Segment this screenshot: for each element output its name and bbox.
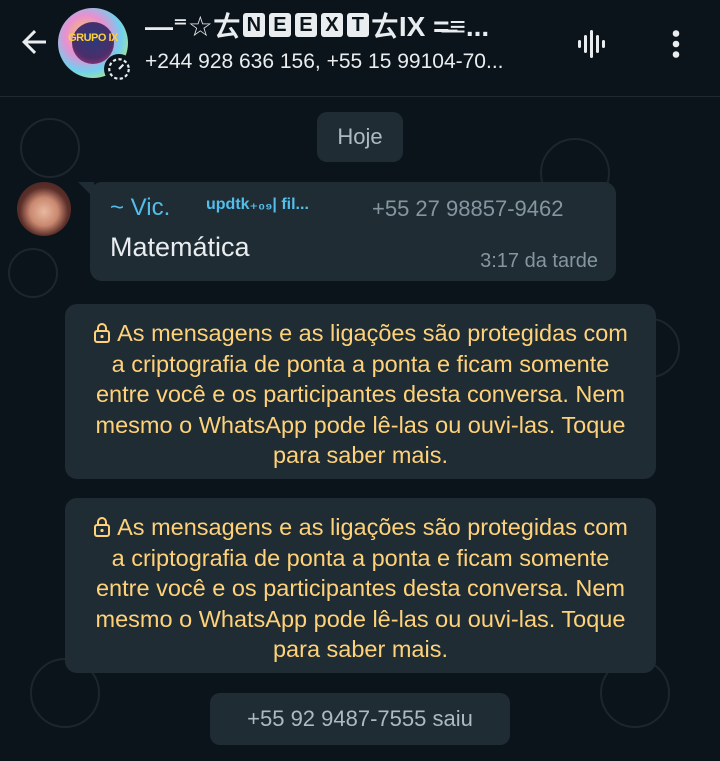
title-letter-e2: E [294, 13, 317, 37]
participant-left-notice: +55 92 9487-7555 saiu [210, 693, 510, 745]
title-suffix: ㄊIX =̶≡... [370, 11, 490, 42]
disappearing-timer-icon [104, 54, 134, 84]
sender-name[interactable]: ~ Vic. [110, 194, 170, 222]
wallpaper-doodle [8, 248, 58, 298]
sender-avatar[interactable] [17, 182, 71, 236]
encryption-notice-text: As mensagens e as ligações são protegida… [95, 320, 628, 468]
group-participants[interactable]: +244 928 636 156, +55 15 99104-70... [145, 50, 555, 74]
voice-chat-icon [578, 30, 605, 58]
voice-chat-button[interactable] [572, 24, 612, 64]
message-time: 3:17 da tarde [480, 250, 598, 272]
title-letter-t: T [346, 13, 369, 37]
chat-header: GRUPO IX —⁼☆ㄊ N E E X T ㄊIX =̶≡... +244 … [0, 0, 720, 97]
title-letter-e1: E [268, 13, 291, 37]
back-button[interactable] [14, 22, 54, 62]
sender-tag: updtk₊₀₉| fil... [206, 196, 309, 213]
message-text: Matemática [110, 232, 250, 262]
title-letter-x: X [320, 13, 343, 37]
lock-icon [94, 517, 111, 537]
more-options-button[interactable] [656, 24, 696, 64]
encryption-notice[interactable]: As mensagens e as ligações são protegida… [65, 498, 656, 673]
back-arrow-icon [22, 30, 46, 54]
chat-area[interactable]: Hoje ~ Vic. updtk₊₀₉| fil... +55 27 9885… [0, 98, 720, 761]
group-title[interactable]: —⁼☆ㄊ N E E X T ㄊIX =̶≡... [145, 8, 555, 42]
encryption-notice-text: As mensagens e as ligações são protegida… [95, 514, 628, 662]
title-letter-n: N [242, 13, 265, 37]
sender-phone[interactable]: +55 27 98857-9462 [372, 196, 563, 222]
encryption-notice[interactable]: As mensagens e as ligações são protegida… [65, 304, 656, 479]
title-prefix: —⁼☆ㄊ [145, 11, 241, 42]
avatar-label: GRUPO IX [68, 32, 118, 44]
message-bubble[interactable]: ~ Vic. updtk₊₀₉| fil... +55 27 98857-946… [90, 182, 616, 281]
lock-icon [94, 323, 111, 343]
more-vertical-icon [672, 30, 680, 58]
date-chip: Hoje [317, 112, 403, 162]
wallpaper-doodle [20, 118, 80, 178]
